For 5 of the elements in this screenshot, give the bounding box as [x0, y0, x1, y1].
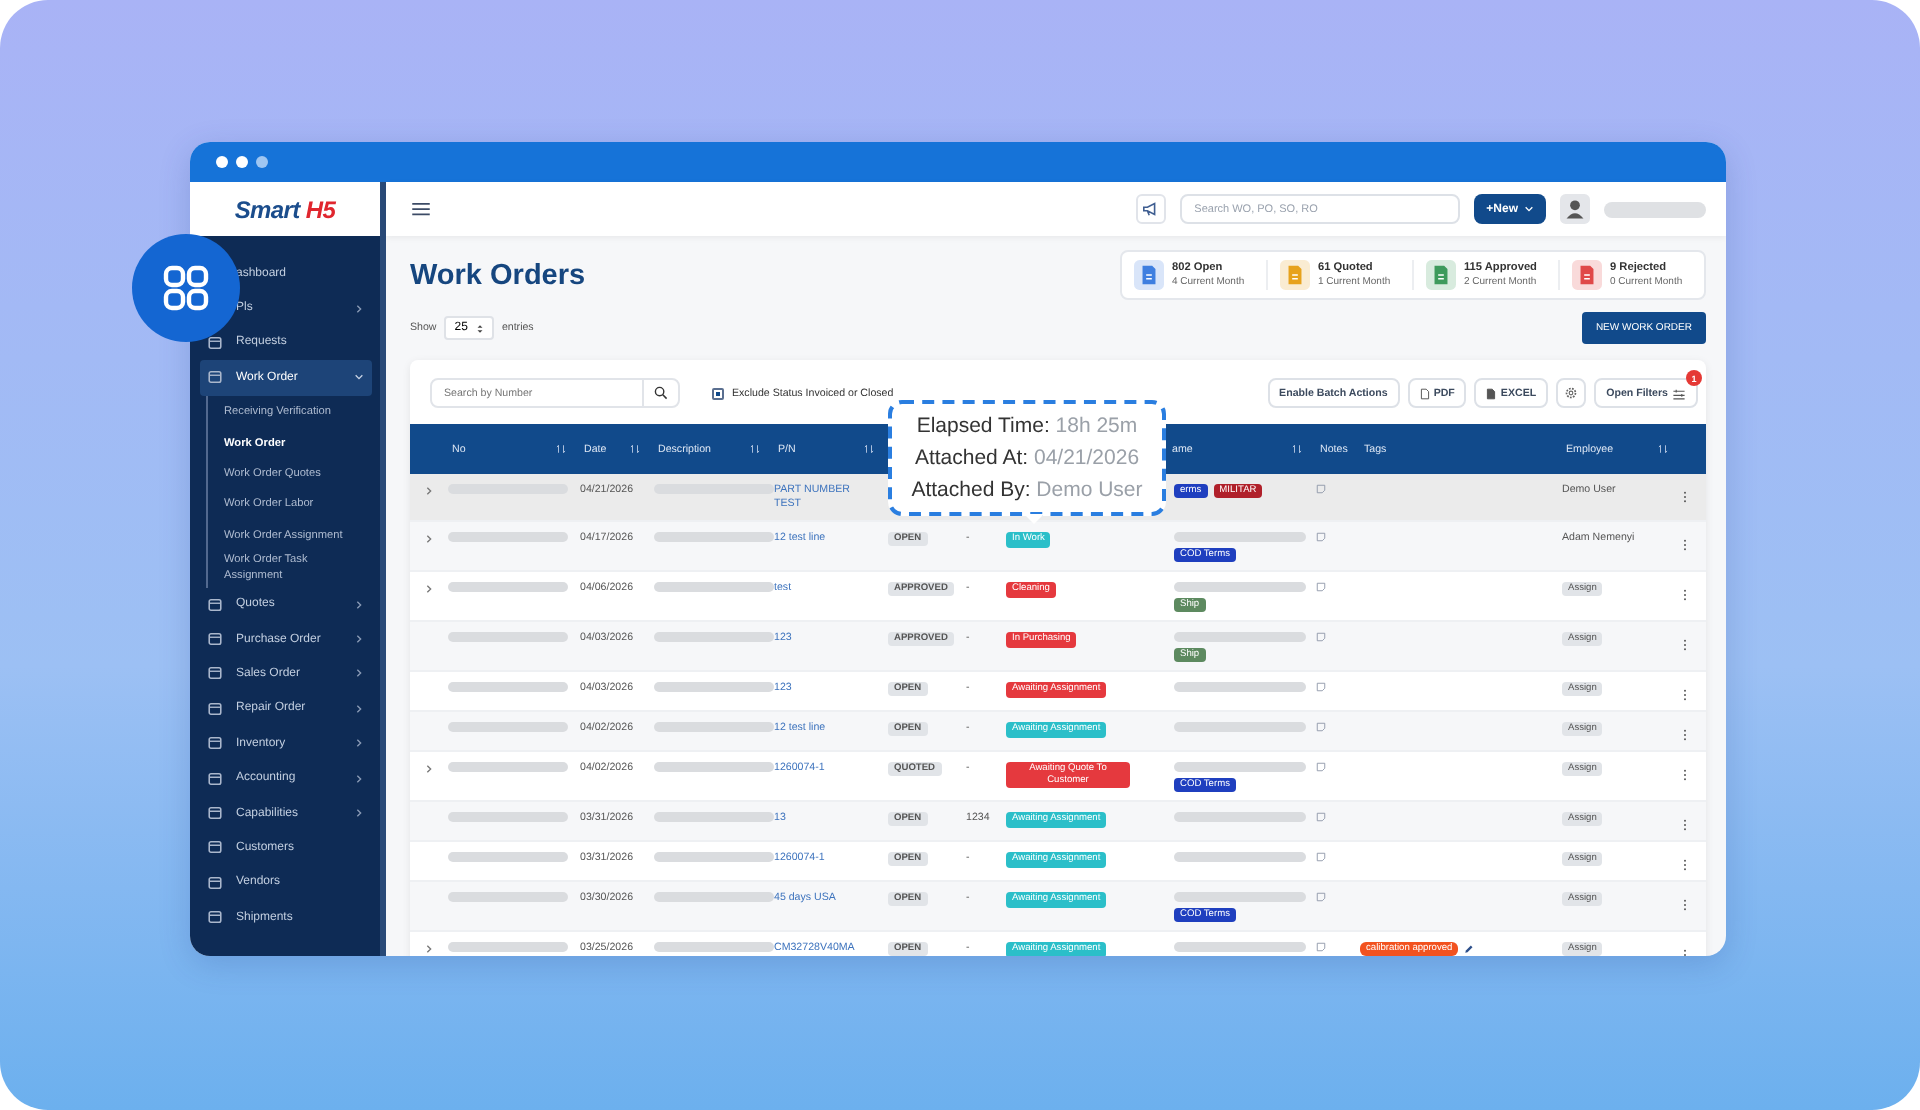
tooltip-line: Attached At: 04/21/2026 [914, 443, 1140, 473]
tooltip-line: Elapsed Time: 18h 25m [916, 411, 1138, 441]
tooltip-line: Attached By: Demo User [911, 475, 1143, 505]
page-title: Work Orders [410, 259, 586, 291]
logo: Smart H5 [234, 195, 336, 223]
